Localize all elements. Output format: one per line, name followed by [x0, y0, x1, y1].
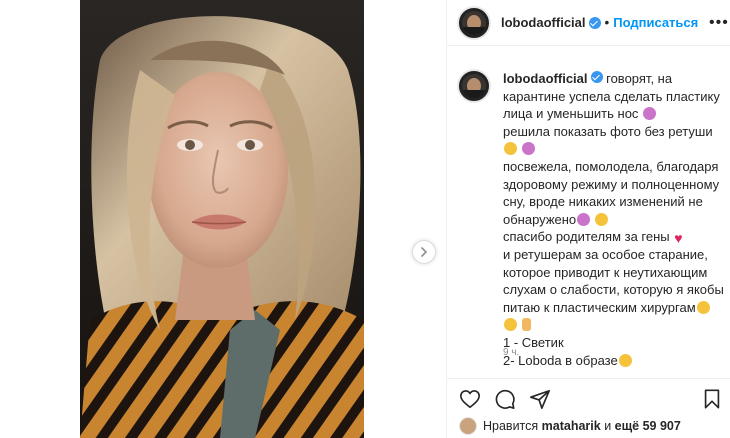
selfie-illustration: [80, 0, 364, 438]
header-username[interactable]: lobodaofficial: [501, 15, 586, 30]
hand-gesture-icon: [521, 318, 531, 332]
header-user-row: lobodaofficial • Подписаться: [501, 15, 698, 30]
caption-line-5: посвежела, помолодела, благодаря: [503, 158, 719, 174]
heart-icon[interactable]: [459, 388, 481, 410]
caption-line-16: 2- Loboda в образе: [503, 352, 725, 370]
caption-username[interactable]: lobodaofficial: [503, 71, 588, 86]
caption-line-2: лица и уменьшить нос: [503, 105, 725, 123]
liker-avatar[interactable]: [459, 417, 477, 435]
header-separator: •: [604, 15, 610, 30]
header-avatar[interactable]: [457, 6, 491, 40]
follow-button[interactable]: Подписаться: [613, 15, 698, 30]
post-header: lobodaofficial • Подписаться •••: [447, 0, 730, 46]
caption-line-6: здоровому режиму и полноценному: [503, 176, 720, 192]
caption-line-1: карантине успела сделать пластику: [503, 88, 720, 104]
verified-badge-icon: [590, 71, 603, 83]
likes-count[interactable]: ещё 59 907: [615, 419, 681, 433]
caption-line-0: lobodaofficial говорят, на: [503, 71, 673, 86]
verified-badge-icon: [588, 16, 601, 29]
likes-summary: Нравится mataharik и ещё 59 907: [483, 419, 681, 433]
post-timestamp: 9 ч.: [503, 347, 520, 358]
next-photo-button[interactable]: [412, 240, 436, 264]
person-gesturing-icon: [643, 107, 657, 121]
caption-line-10: и ретушерам за особое старание,: [503, 246, 708, 262]
caption-line-7: сну, вроде никаких изменений не: [503, 194, 703, 210]
caption-line-4: [503, 140, 725, 158]
caption-line-8: обнаружено: [503, 211, 725, 229]
red-heart-icon: ♥: [674, 230, 683, 247]
post-side-panel: lobodaofficial • Подписаться ••• lobodao…: [446, 0, 730, 438]
instagram-post-page: lobodaofficial • Подписаться ••• lobodao…: [0, 0, 730, 438]
caption-line-12: слухам о слабости, которую я якобы: [503, 282, 724, 298]
liker-username[interactable]: mataharik: [542, 419, 601, 433]
person-gesturing-icon: [521, 142, 535, 156]
comment-icon[interactable]: [494, 388, 516, 410]
caption-line-14: [503, 316, 725, 334]
grinning-face-icon: [504, 318, 517, 332]
bookmark-icon[interactable]: [701, 388, 723, 410]
post-photo[interactable]: [80, 0, 364, 438]
caption-line-9: спасибо родителям за гены ♥: [503, 229, 683, 247]
caption-line-15: 1 - Светик: [503, 334, 564, 350]
grinning-face-icon: [594, 212, 608, 226]
caption-avatar[interactable]: [457, 69, 491, 103]
caption-line-13: питаю к пластическим хирургам: [503, 299, 725, 317]
more-options-icon[interactable]: •••: [709, 14, 729, 32]
grinning-face-icon: [504, 142, 517, 156]
person-gesturing-icon: [577, 212, 591, 226]
caption-line-3: решила показать фото без ретуши: [503, 123, 713, 139]
action-bar: [447, 378, 730, 414]
chevron-right-icon: [421, 247, 428, 257]
paper-plane-icon[interactable]: [529, 388, 551, 410]
grinning-face-icon: [618, 353, 632, 367]
media-area: [0, 0, 446, 438]
caption-line-11: которое приводит к неутихающим: [503, 264, 708, 280]
comments-area: lobodaofficial говорят, на карантине усп…: [447, 47, 730, 378]
grinning-face-icon: [696, 300, 710, 314]
caption-text: lobodaofficial говорят, на карантине усп…: [503, 70, 725, 369]
likes-row: Нравится mataharik и ещё 59 907: [447, 414, 730, 438]
